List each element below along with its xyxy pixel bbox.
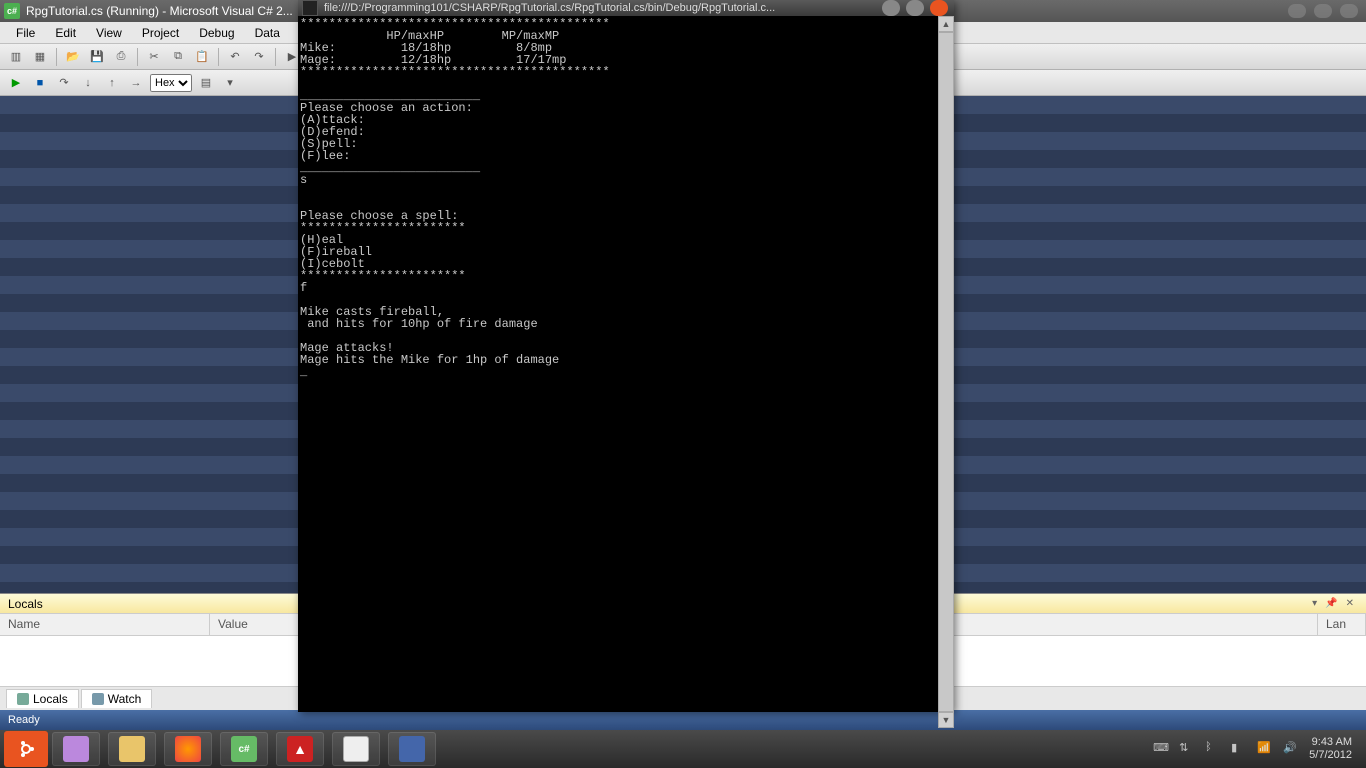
console-maximize-button[interactable] [906, 0, 924, 16]
scroll-track[interactable] [938, 32, 954, 712]
tray-bluetooth-icon[interactable]: ᛒ [1205, 741, 1221, 757]
locals-title-text: Locals [8, 597, 43, 611]
maximize-button[interactable] [1314, 4, 1332, 18]
col-name[interactable]: Name [0, 614, 210, 635]
step-into-icon[interactable]: ↓ [78, 73, 98, 93]
taskbar-clock[interactable]: 9:43 AM 5/7/2012 [1309, 736, 1352, 762]
scroll-up-icon[interactable]: ▲ [938, 16, 954, 32]
show-next-icon[interactable]: → [126, 73, 146, 93]
tab-watch[interactable]: Watch [81, 689, 153, 708]
taskbar: c# ▲ ⌨ ⇅ ᛒ ▮ 📶 🔊 9:43 AM 5/7/2012 [0, 730, 1366, 768]
watch-tab-icon [92, 693, 104, 705]
close-button[interactable] [1340, 4, 1358, 18]
scroll-down-icon[interactable]: ▼ [938, 712, 954, 728]
scroll-thumb[interactable] [938, 32, 954, 712]
col-lang[interactable]: Lan [1318, 614, 1366, 635]
open-file-icon[interactable]: 📂 [63, 47, 83, 67]
console-window-controls [882, 0, 950, 16]
console-body: ****************************************… [298, 16, 954, 728]
save-icon[interactable]: 💾 [87, 47, 107, 67]
new-project-icon[interactable]: ▥ [6, 47, 26, 67]
task-notepad[interactable] [332, 732, 380, 766]
task-pdf[interactable]: ▲ [276, 732, 324, 766]
console-title: file:///D:/Programming101/CSHARP/RpgTuto… [324, 2, 882, 14]
tab-locals[interactable]: Locals [6, 689, 79, 708]
continue-icon[interactable]: ▶ [6, 73, 26, 93]
tray-volume-icon[interactable]: 🔊 [1283, 741, 1299, 757]
console-app-icon [302, 0, 318, 16]
tab-locals-label: Locals [33, 692, 68, 706]
tray-network-icon[interactable]: ⇅ [1179, 741, 1195, 757]
console-output[interactable]: ****************************************… [298, 16, 938, 728]
task-firefox[interactable] [164, 732, 212, 766]
cut-icon[interactable]: ✂ [144, 47, 164, 67]
copy-icon[interactable]: ⧉ [168, 47, 188, 67]
menu-project[interactable]: Project [132, 24, 189, 42]
task-pidgin[interactable] [52, 732, 100, 766]
locals-tab-icon [17, 693, 29, 705]
close-panel-icon[interactable]: ✕ [1346, 598, 1354, 609]
undo-icon[interactable]: ↶ [225, 47, 245, 67]
task-files[interactable] [108, 732, 156, 766]
menu-debug[interactable]: Debug [189, 24, 244, 42]
save-all-icon[interactable]: ⎙ [111, 47, 131, 67]
console-scrollbar[interactable]: ▲ ▼ [938, 16, 954, 728]
console-titlebar[interactable]: file:///D:/Programming101/CSHARP/RpgTuto… [298, 0, 954, 16]
menu-data[interactable]: Data [245, 24, 290, 42]
hex-dropdown[interactable]: Hex [150, 74, 192, 92]
system-tray: ⌨ ⇅ ᛒ ▮ 📶 🔊 9:43 AM 5/7/2012 [1153, 736, 1362, 762]
clock-date: 5/7/2012 [1309, 749, 1352, 762]
add-item-icon[interactable]: ▦ [30, 47, 50, 67]
task-csharp[interactable]: c# [220, 732, 268, 766]
vs-app-icon: c# [4, 3, 20, 19]
menu-view[interactable]: View [86, 24, 132, 42]
menu-file[interactable]: File [6, 24, 45, 42]
pin-icon[interactable]: 📌 [1325, 598, 1337, 609]
redo-icon[interactable]: ↷ [249, 47, 269, 67]
dropdown-icon[interactable]: ▾ [1312, 598, 1317, 609]
vs-window-controls [1288, 4, 1362, 18]
tray-keyboard-icon[interactable]: ⌨ [1153, 741, 1169, 757]
status-text: Ready [8, 714, 40, 726]
clock-time: 9:43 AM [1309, 736, 1352, 749]
paste-icon[interactable]: 📋 [192, 47, 212, 67]
console-minimize-button[interactable] [882, 0, 900, 16]
toolbar-overflow-icon[interactable]: ▾ [220, 73, 240, 93]
ubuntu-launcher-icon[interactable] [4, 731, 48, 767]
breakpoints-icon[interactable]: ▤ [196, 73, 216, 93]
console-close-button[interactable] [930, 0, 948, 16]
tray-battery-icon[interactable]: ▮ [1231, 741, 1247, 757]
task-app[interactable] [388, 732, 436, 766]
menu-edit[interactable]: Edit [45, 24, 86, 42]
stop-icon[interactable]: ■ [30, 73, 50, 93]
minimize-button[interactable] [1288, 4, 1306, 18]
console-window: file:///D:/Programming101/CSHARP/RpgTuto… [298, 0, 954, 712]
step-out-icon[interactable]: ↑ [102, 73, 122, 93]
tab-watch-label: Watch [108, 692, 142, 706]
tray-wifi-icon[interactable]: 📶 [1257, 741, 1273, 757]
step-over-icon[interactable]: ↷ [54, 73, 74, 93]
